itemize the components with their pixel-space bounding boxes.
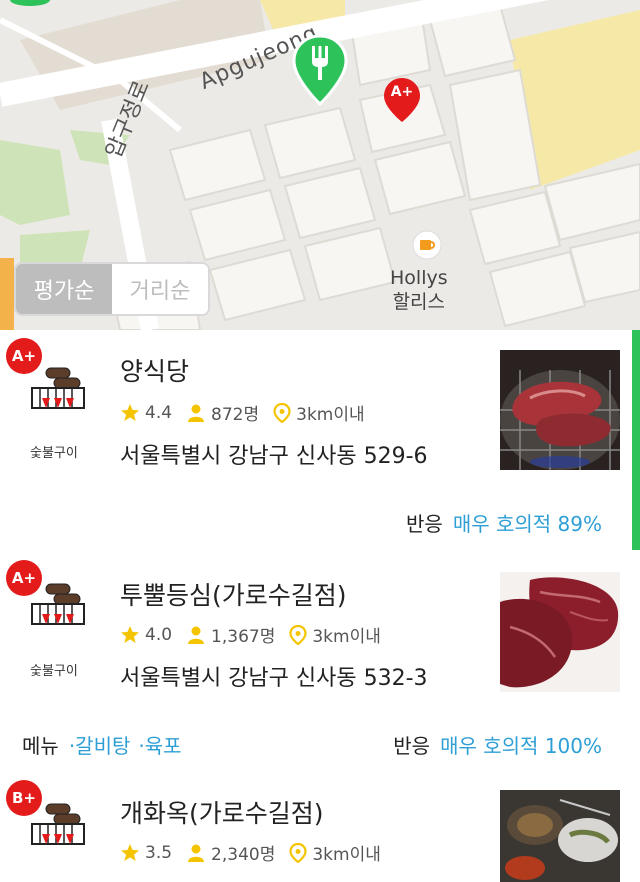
restaurant-meta: 4.4 872명 3km이내 [120,400,379,425]
sort-by-rating-button[interactable]: 평가순 [16,264,112,314]
category-label: 숯불구이 [30,664,78,679]
restaurant-name[interactable]: 투뿔등심(가로수길점) [120,576,347,612]
person-icon [188,404,205,422]
reaction-label: 반응 [406,512,443,536]
location-icon [289,842,307,863]
location-icon [273,402,291,423]
star-icon [121,843,139,861]
scroll-indicator[interactable] [632,330,640,550]
rating-value: 3.5 [145,842,173,863]
person-icon [188,844,205,862]
restaurant-list[interactable]: A+ 숯불구이 양식당 4.4 872명 3km이내 서울특별시 강남구 신사동… [0,330,640,882]
raw-steak-image [500,572,620,692]
reaction-row: 반응 매우 호의적 100% [393,730,602,759]
grade-pin-label: A+ [390,84,414,100]
map-view[interactable]: Apgujeong 압구정로 A+ Hollys 할리스 평가순 거리순 [0,0,640,330]
reaction-row: 반응 매우 호의적 89% [406,508,602,537]
reviewer-count: 872명 [211,405,260,425]
reaction-value: 매우 호의적 89% [452,512,602,536]
sort-toggle: 평가순 거리순 [14,262,210,316]
category-label: 숯불구이 [30,446,78,461]
restaurant-meta: 4.0 1,367명 3km이내 [120,622,395,647]
menu-label: 메뉴 [22,734,59,758]
restaurant-name[interactable]: 개화옥(가로수길점) [120,794,324,830]
food-table-image [500,790,620,882]
reviewer-count: 1,367명 [211,627,276,647]
menu-row: 메뉴 ·갈비탕 ·육포 [22,730,190,759]
grill-icon [31,367,85,409]
poi-name-kr: 할리스 [392,291,446,313]
rating-value: 4.0 [145,624,173,645]
rating-value: 4.4 [145,402,173,423]
restaurant-address: 서울특별시 강남구 신사동 529-6 [120,444,428,469]
restaurant-thumbnail[interactable] [500,790,620,882]
grill-icon [31,583,85,625]
distance-value: 3km이내 [296,405,365,425]
restaurant-item[interactable]: B+ 개화옥(가로수길점) 3.5 2,340명 3km이내 [0,774,632,882]
reaction-value: 매우 호의적 100% [440,734,602,758]
star-icon [121,625,139,643]
poi-label[interactable]: Hollys 할리스 [390,266,448,314]
menu-tag[interactable]: ·육포 [138,734,181,758]
location-icon [289,624,307,645]
restaurant-item[interactable]: A+ 숯불구이 투뿔등심(가로수길점) 4.0 1,367명 3km이내 서울특… [0,552,632,772]
reviewer-count: 2,340명 [211,845,276,865]
cafe-icon[interactable] [412,230,442,260]
star-icon [121,403,139,421]
poi-name-en: Hollys [390,267,448,289]
restaurant-thumbnail[interactable] [500,572,620,692]
distance-value: 3km이내 [312,845,381,865]
restaurant-meta: 3.5 2,340명 3km이내 [120,840,395,865]
grilled-meat-image [500,350,620,470]
person-icon [188,626,205,644]
restaurant-item[interactable]: A+ 숯불구이 양식당 4.4 872명 3km이내 서울특별시 강남구 신사동… [0,330,632,544]
grill-icon [31,803,85,845]
distance-value: 3km이내 [312,627,381,647]
sort-by-distance-button[interactable]: 거리순 [112,264,208,314]
restaurant-pin-icon[interactable] [292,34,348,106]
restaurant-address: 서울특별시 강남구 신사동 532-3 [120,666,428,691]
menu-tag[interactable]: ·갈비탕 [69,734,131,758]
reaction-label: 반응 [393,734,431,758]
restaurant-thumbnail[interactable] [500,350,620,470]
restaurant-name[interactable]: 양식당 [120,352,189,388]
